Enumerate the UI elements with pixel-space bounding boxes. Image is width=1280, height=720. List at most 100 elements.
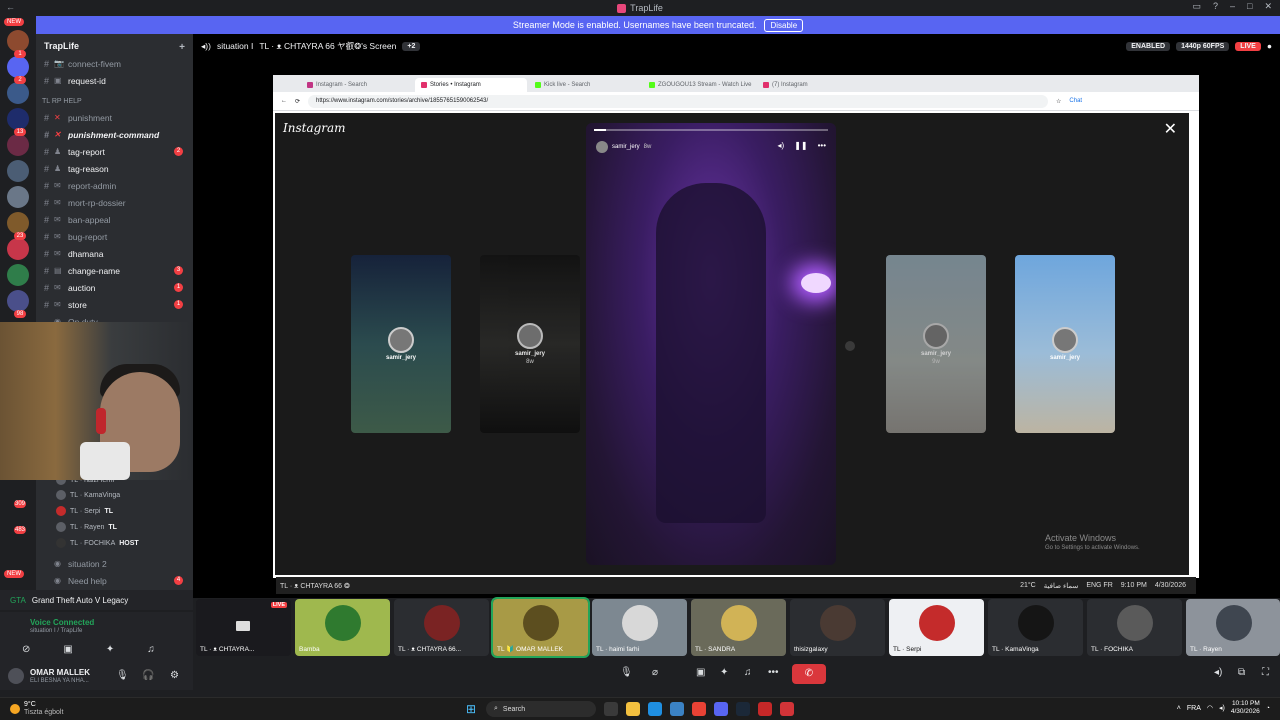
mic-icon[interactable]: 🎙 <box>116 670 129 681</box>
next-story-button[interactable] <box>845 341 855 351</box>
voice-user[interactable]: TL · KamaVinga <box>56 488 120 502</box>
story-author[interactable]: samir_jery 8w <box>596 141 651 153</box>
voice-channel-need-help[interactable]: ◉ Need help 4 <box>36 573 193 588</box>
inbox-icon[interactable]: ▭ <box>1192 1 1201 12</box>
participant-tile[interactable]: Bamba <box>295 599 390 656</box>
server-icon[interactable] <box>7 212 29 234</box>
back-icon[interactable]: ← <box>6 2 15 12</box>
voice-user[interactable]: TL · Serpi TL <box>56 504 113 518</box>
settings-icon[interactable]: ⚙ <box>170 670 179 681</box>
now-playing[interactable]: GTA Grand Theft Auto V Legacy <box>0 590 193 610</box>
avatar[interactable] <box>8 668 24 684</box>
chevron-up-icon[interactable]: ˄ <box>1177 705 1181 712</box>
task-view-icon[interactable] <box>604 702 618 716</box>
help-icon[interactable]: ? <box>1213 1 1218 12</box>
back-icon[interactable]: ← <box>281 98 287 104</box>
story-preview[interactable]: samir_jery 8w <box>480 255 580 433</box>
edge-icon[interactable] <box>648 702 662 716</box>
language-indicator[interactable]: FRA <box>1187 705 1201 712</box>
profile-chip[interactable]: Chat <box>1069 98 1082 104</box>
server-icon[interactable] <box>7 30 29 52</box>
voice-status[interactable]: Voice Connected <box>30 618 94 627</box>
instagram-logo[interactable]: Instagram <box>283 121 346 135</box>
close-button[interactable]: ✕ <box>1264 1 1272 12</box>
address-bar[interactable]: https://www.instagram.com/stories/archiv… <box>308 94 1049 108</box>
story-preview[interactable]: samir_jery <box>1015 255 1115 433</box>
windows-start-icon[interactable]: ⊞ <box>466 702 476 716</box>
category-label[interactable]: TL RP HELP <box>42 98 82 105</box>
disconnect-button[interactable]: ✆ <box>792 664 826 684</box>
activities-icon[interactable]: ✦ <box>720 667 728 678</box>
star-icon[interactable]: ☆ <box>1056 98 1061 105</box>
server-icon[interactable] <box>7 290 29 312</box>
volume-icon[interactable]: ◂) <box>1214 667 1222 678</box>
weather-widget[interactable]: 9°C Tiszta égbolt <box>10 701 63 717</box>
speaker-icon[interactable]: ◂) <box>1219 704 1225 712</box>
fullscreen-icon[interactable]: ⛶ <box>1262 667 1269 678</box>
participant-tile[interactable]: TL · Serpi <box>889 599 984 656</box>
app-icon[interactable] <box>780 702 794 716</box>
channel-change-name[interactable]: # ▤ change-name 3 <box>36 263 193 278</box>
channel-mort-rp-dossier[interactable]: # ✉ mort-rp-dossier <box>36 195 193 210</box>
channel-auction[interactable]: # ✉ auction 1 <box>36 280 193 295</box>
add-member-icon[interactable]: + <box>179 42 185 53</box>
participant-tile[interactable]: TL · SANDRA <box>691 599 786 656</box>
discord-icon[interactable] <box>714 702 728 716</box>
server-icon[interactable] <box>7 264 29 286</box>
more-options-icon[interactable]: ••• <box>768 667 779 678</box>
steam-icon[interactable] <box>736 702 750 716</box>
server-icon[interactable] <box>7 134 29 156</box>
story-preview[interactable]: samir_jery 9w <box>886 255 986 433</box>
notification-icon[interactable]: ◔ <box>1266 705 1270 712</box>
participant-tile[interactable]: TL · FOCHIKA <box>1087 599 1182 656</box>
voice-channel-situation-2[interactable]: ◉ situation 2 <box>36 556 193 571</box>
close-icon[interactable]: ✕ <box>1164 119 1177 139</box>
story-preview[interactable]: samir_jery <box>351 255 451 433</box>
volume-icon[interactable]: ◂) <box>778 141 785 150</box>
server-icon[interactable] <box>7 186 29 208</box>
server-icon[interactable] <box>7 56 29 78</box>
file-explorer-icon[interactable] <box>626 702 640 716</box>
channel-punishment[interactable]: # ✕ punishment <box>36 110 193 125</box>
pause-icon[interactable]: ❚❚ <box>794 141 807 150</box>
app-icon[interactable] <box>758 702 772 716</box>
noise-suppression-icon[interactable]: ⊘ <box>22 644 30 655</box>
browser-tab[interactable]: Kick live - Search <box>529 78 641 92</box>
channel-tag-reason[interactable]: # ♟ tag-reason <box>36 161 193 176</box>
participant-tile[interactable]: TL 🔰 OMAR MALLEK <box>491 597 590 658</box>
voice-user[interactable]: TL · FOCHIKA HOST <box>56 536 139 550</box>
channel-punishment-command[interactable]: # ✕ punishment-command <box>36 127 193 142</box>
chrome-icon[interactable] <box>692 702 706 716</box>
participant-tile[interactable]: TL · KamaVinga <box>988 599 1083 656</box>
browser-tab[interactable]: (7) Instagram <box>757 78 869 92</box>
viewer-count[interactable]: +2 <box>402 41 421 51</box>
taskbar-clock[interactable]: 10:10 PM 4/30/2026 <box>1231 700 1260 716</box>
server-icon[interactable] <box>7 82 29 104</box>
screen-share-icon[interactable]: ▣ <box>63 644 72 655</box>
activities-icon[interactable]: ✦ <box>106 644 114 655</box>
participant-tile[interactable]: TL · haimi farhi <box>592 599 687 656</box>
channel-tag-report[interactable]: # ♟ tag-report 2 <box>36 144 193 159</box>
popout-icon[interactable]: ⧉ <box>1238 667 1245 678</box>
channel-bug-report[interactable]: # ✉ bug-report <box>36 229 193 244</box>
reload-icon[interactable]: ⟳ <box>295 98 300 105</box>
participant-tile[interactable]: TL · ᴥ CHTAYRA 66... <box>394 599 489 656</box>
active-story[interactable]: samir_jery 8w ◂) ❚❚ ••• <box>586 123 836 565</box>
maximize-button[interactable]: □ <box>1247 1 1252 12</box>
browser-tab[interactable]: Instagram - Search <box>301 78 413 92</box>
taskbar-search[interactable]: ⌕ Search <box>486 701 596 717</box>
soundboard-icon[interactable]: ♫ <box>147 644 155 655</box>
server-icon[interactable] <box>7 160 29 182</box>
channel-store[interactable]: # ✉ store 1 <box>36 297 193 312</box>
channel-request-id[interactable]: # ▣ request-id <box>36 73 193 88</box>
minimize-button[interactable]: – <box>1230 1 1235 12</box>
participant-tile[interactable]: TL · Rayen <box>1186 599 1280 656</box>
channel-ban-appeal[interactable]: # ✉ ban-appeal <box>36 212 193 227</box>
channel-dhamana[interactable]: # ✉ dhamana <box>36 246 193 261</box>
soundboard-icon[interactable]: ♫ <box>744 667 752 678</box>
more-icon[interactable]: ••• <box>818 141 826 150</box>
server-icon[interactable] <box>7 238 29 260</box>
mic-icon[interactable]: 🎙 <box>620 667 633 678</box>
browser-tab-active[interactable]: Stories • Instagram <box>415 78 527 92</box>
participant-tile[interactable]: thisizgalaxy <box>790 599 885 656</box>
